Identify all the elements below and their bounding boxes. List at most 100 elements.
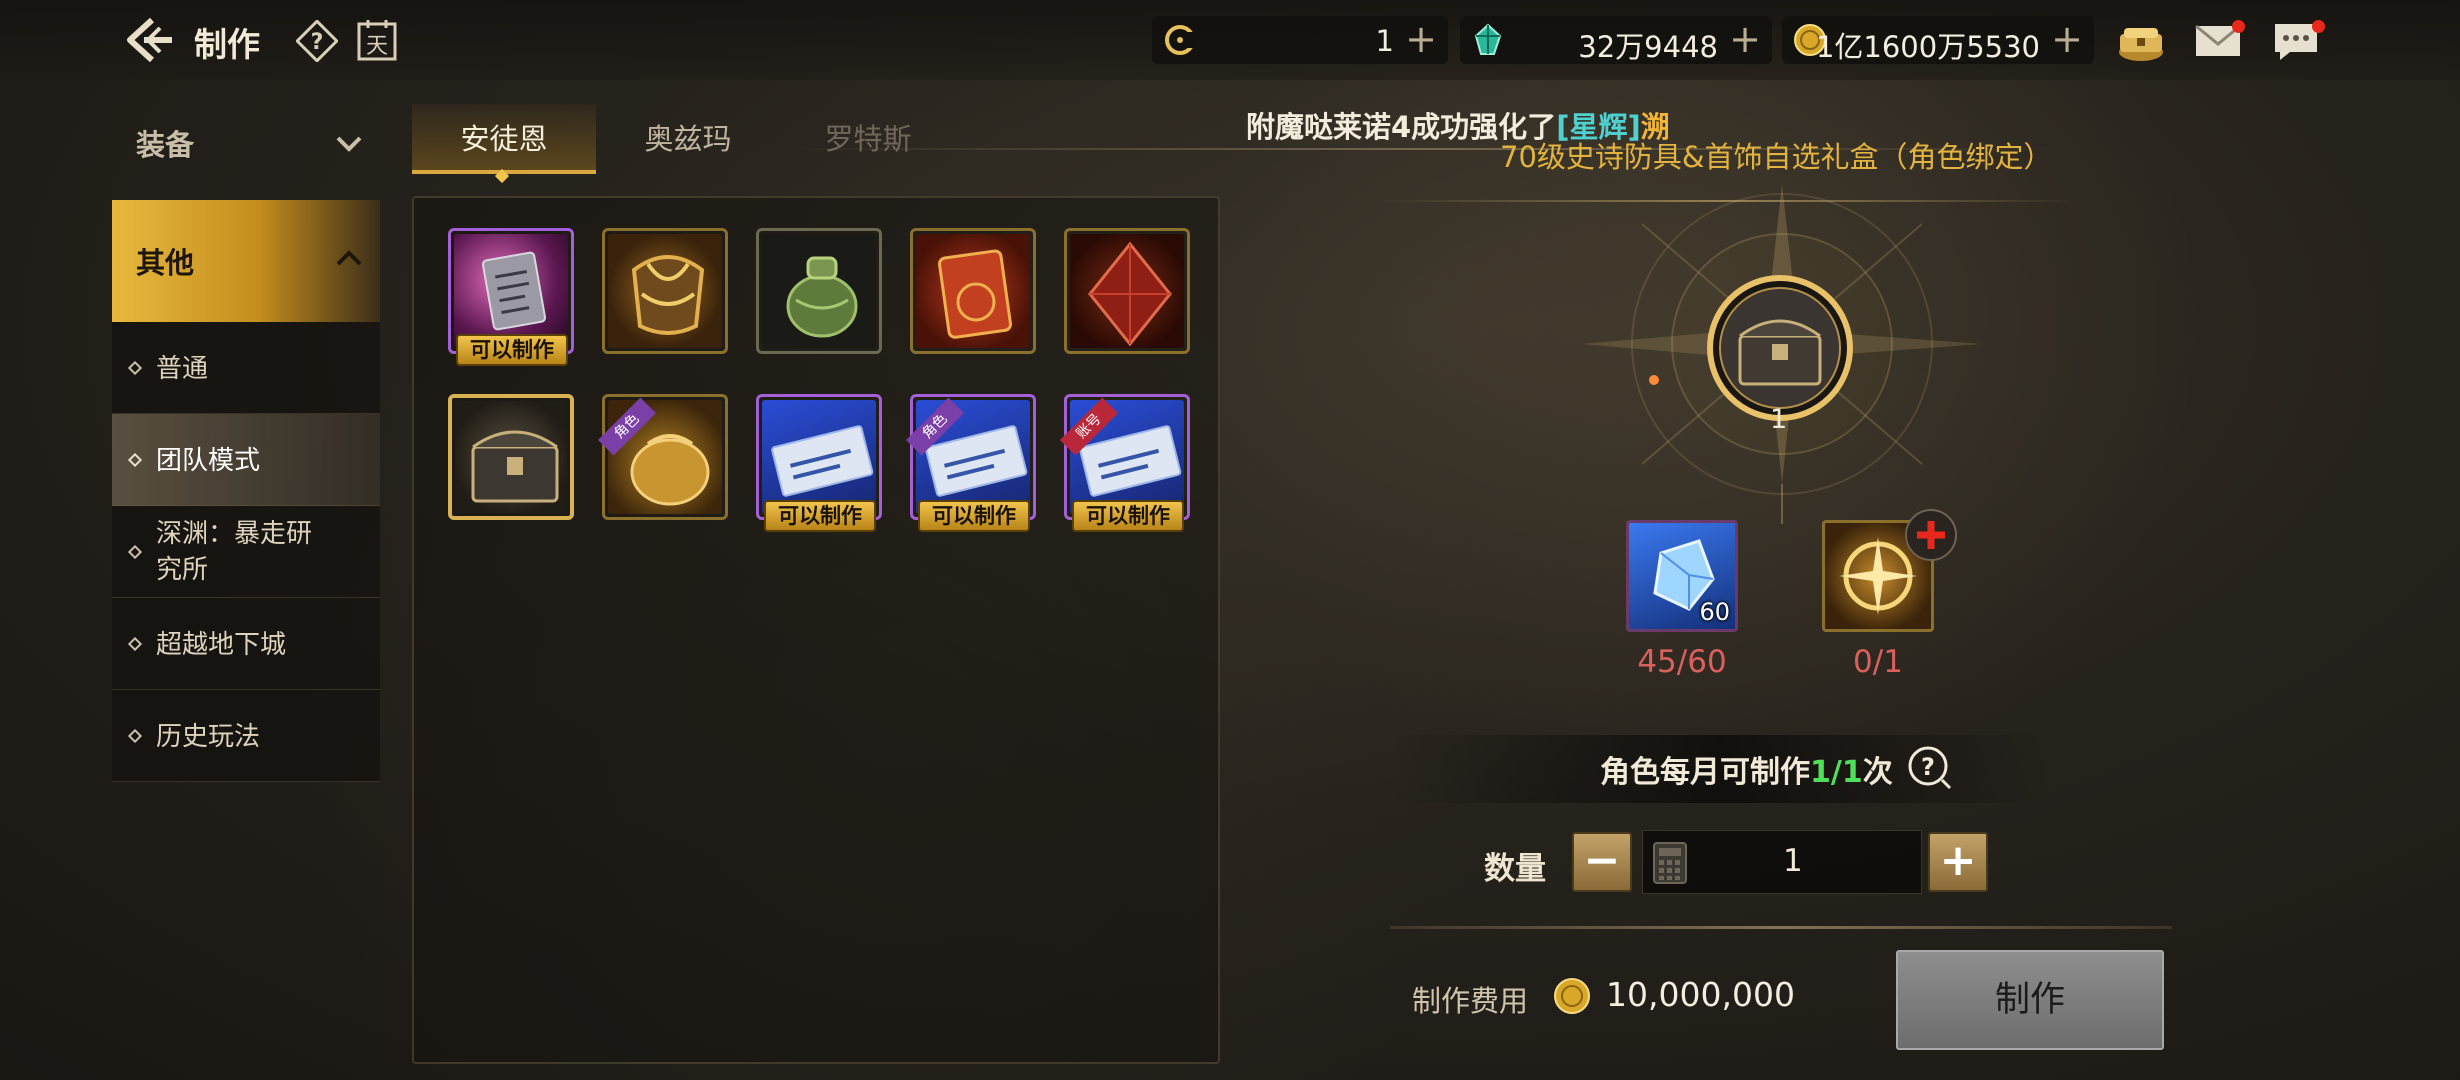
item-slot[interactable] [1064, 228, 1190, 354]
material-stack-count: 60 [1699, 598, 1730, 626]
tab-lotus[interactable]: 罗特斯 [776, 104, 960, 174]
can-craft-badge: 可以制作 [1072, 500, 1184, 532]
selected-item-name: 70级史诗防具&首饰自选礼盒（角色绑定） [1500, 140, 2053, 174]
item-slot[interactable]: 账号 可以制作 [1060, 394, 1190, 532]
sidebar-item-raid[interactable]: 团队模式 [112, 414, 380, 506]
diamond-bullet-icon [127, 452, 143, 468]
item-slot[interactable]: 角色 可以制作 [906, 394, 1036, 532]
sidebar-item-label: 超越地下城 [156, 630, 287, 660]
sidebar-item-abyss[interactable]: 深渊：暴走研究所 [112, 506, 380, 598]
sidebar-item-label: 深渊：暴走研究所 [156, 519, 313, 585]
gold-coin-icon [1552, 976, 1592, 1016]
item-slot[interactable]: 可以制作 [448, 228, 574, 366]
currency-value: 1亿1600万5530 [1815, 30, 2040, 64]
item-slot[interactable] [756, 228, 882, 354]
item-art [455, 401, 567, 513]
currency-value: 32万9448 [1578, 30, 1718, 64]
item-art [762, 400, 876, 514]
golden-armor-icon [631, 255, 705, 335]
can-craft-badge: 可以制作 [764, 500, 876, 532]
help-icon[interactable]: ? [1906, 744, 1954, 792]
green-gem-icon [1470, 22, 1506, 58]
item-art [916, 234, 1030, 348]
top-bar: 制作 ? 天 1 + 32万9448 + 1亿1600万5530 + [0, 0, 2460, 80]
notification-dot [2312, 20, 2325, 33]
diamond-bullet-icon [127, 636, 143, 652]
svg-text:天: 天 [366, 34, 388, 59]
currency-crescent: 1 + [1152, 16, 1448, 64]
item-frame [602, 394, 728, 520]
currency-gold: 1亿1600万5530 + [1782, 16, 2094, 64]
can-craft-badge: 可以制作 [456, 334, 568, 366]
diamond-bullet-icon [127, 544, 143, 560]
currency-value: 1 [1375, 24, 1394, 58]
sidebar-item-beyond-dungeon[interactable]: 超越地下城 [112, 598, 380, 690]
selected-item-quantity: 1 [1770, 404, 1788, 435]
cost-divider [1390, 926, 2172, 929]
help-icon[interactable]: ? [295, 19, 339, 63]
sidebar-section-equipment[interactable]: 装备 [112, 108, 380, 176]
sidebar-item-label: 普通 [156, 354, 209, 384]
chevron-down-icon [334, 128, 364, 158]
quantity-value: 1 [1783, 843, 1803, 879]
monthly-limit-count: 1/1 [1810, 755, 1863, 790]
diamond-bullet-icon [127, 360, 143, 376]
item-art [762, 234, 876, 348]
treasure-chest-icon[interactable] [2114, 14, 2168, 68]
add-currency-button[interactable]: + [1404, 20, 1438, 58]
can-craft-badge: 可以制作 [918, 500, 1030, 532]
svg-text:?: ? [311, 30, 324, 55]
monthly-limit-text: 角色每月可制作1/1次 [1600, 747, 1893, 791]
increase-quantity-button[interactable]: + [1928, 832, 1988, 892]
crescent-coin-icon [1162, 22, 1198, 58]
craft-button[interactable]: 制作 [1896, 950, 2164, 1050]
sidebar-item-label: 团队模式 [156, 446, 261, 476]
chevron-up-icon [334, 244, 364, 274]
tab-anton[interactable]: 安徒恩 [412, 104, 596, 174]
selected-item-icon [1706, 274, 1854, 422]
treasure-chest-icon [471, 430, 559, 503]
item-slot[interactable]: 可以制作 [756, 394, 882, 532]
page-title: 制作 [194, 25, 260, 64]
add-material-button[interactable] [1904, 508, 1958, 562]
item-slot[interactable] [910, 228, 1036, 354]
back-arrow-icon[interactable] [122, 14, 176, 66]
quantity-input[interactable]: 1 [1642, 830, 1922, 894]
monthly-limit-prefix: 角色每月可制作 [1600, 755, 1810, 790]
sidebar-item-normal[interactable]: 普通 [112, 322, 380, 414]
item-art [1070, 234, 1184, 348]
diamond-bullet-icon [127, 728, 143, 744]
item-frame [756, 228, 882, 354]
tab-ozma[interactable]: 奥兹玛 [596, 104, 780, 174]
decrease-quantity-button[interactable]: − [1572, 832, 1632, 892]
mail-icon[interactable] [2192, 14, 2246, 68]
item-frame [1064, 228, 1190, 354]
sidebar-section-other[interactable]: 其他 [112, 200, 380, 322]
svg-text:?: ? [1921, 753, 1935, 781]
sidebar-item-history[interactable]: 历史玩法 [112, 690, 380, 782]
item-slot[interactable] [602, 228, 728, 354]
active-tab-indicator-icon [492, 166, 512, 186]
add-currency-button[interactable]: + [2050, 20, 2084, 58]
sidebar-section-label: 装备 [136, 128, 195, 162]
monthly-limit-suffix: 次 [1862, 755, 1893, 790]
item-slot-selected[interactable] [448, 394, 574, 520]
calendar-icon[interactable]: 天 [356, 18, 398, 62]
red-crystal-icon [1088, 241, 1172, 347]
material-slot[interactable]: 60 [1626, 520, 1738, 632]
item-slot[interactable]: 角色 [598, 394, 728, 520]
material-progress: 0/1 [1853, 644, 1903, 680]
item-frame [910, 228, 1036, 354]
red-scroll-icon [938, 249, 1012, 339]
item-art [454, 234, 568, 348]
sidebar-item-label: 历史玩法 [156, 722, 261, 752]
chat-icon[interactable] [2270, 14, 2325, 68]
sidebar-section-label: 其他 [136, 246, 195, 280]
craft-cost-label: 制作费用 [1412, 984, 1529, 1018]
quantity-label: 数量 [1484, 851, 1546, 887]
calculator-icon[interactable] [1651, 841, 1689, 885]
item-art [608, 234, 722, 348]
material-progress: 45/60 [1637, 644, 1727, 680]
currency-gem: 32万9448 + [1460, 16, 1772, 64]
add-currency-button[interactable]: + [1728, 20, 1762, 58]
